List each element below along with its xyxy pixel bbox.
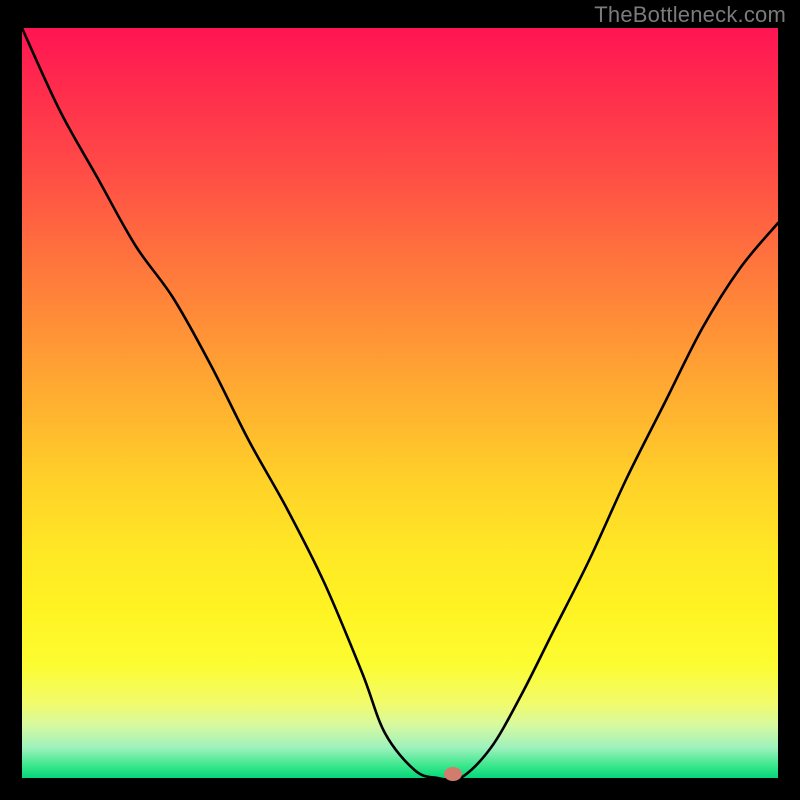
chart-frame: TheBottleneck.com (0, 0, 800, 800)
optimum-marker (444, 767, 462, 781)
bottleneck-curve (22, 28, 778, 781)
curve-svg (22, 28, 778, 778)
plot-area (22, 28, 778, 778)
attribution-label: TheBottleneck.com (594, 2, 786, 28)
